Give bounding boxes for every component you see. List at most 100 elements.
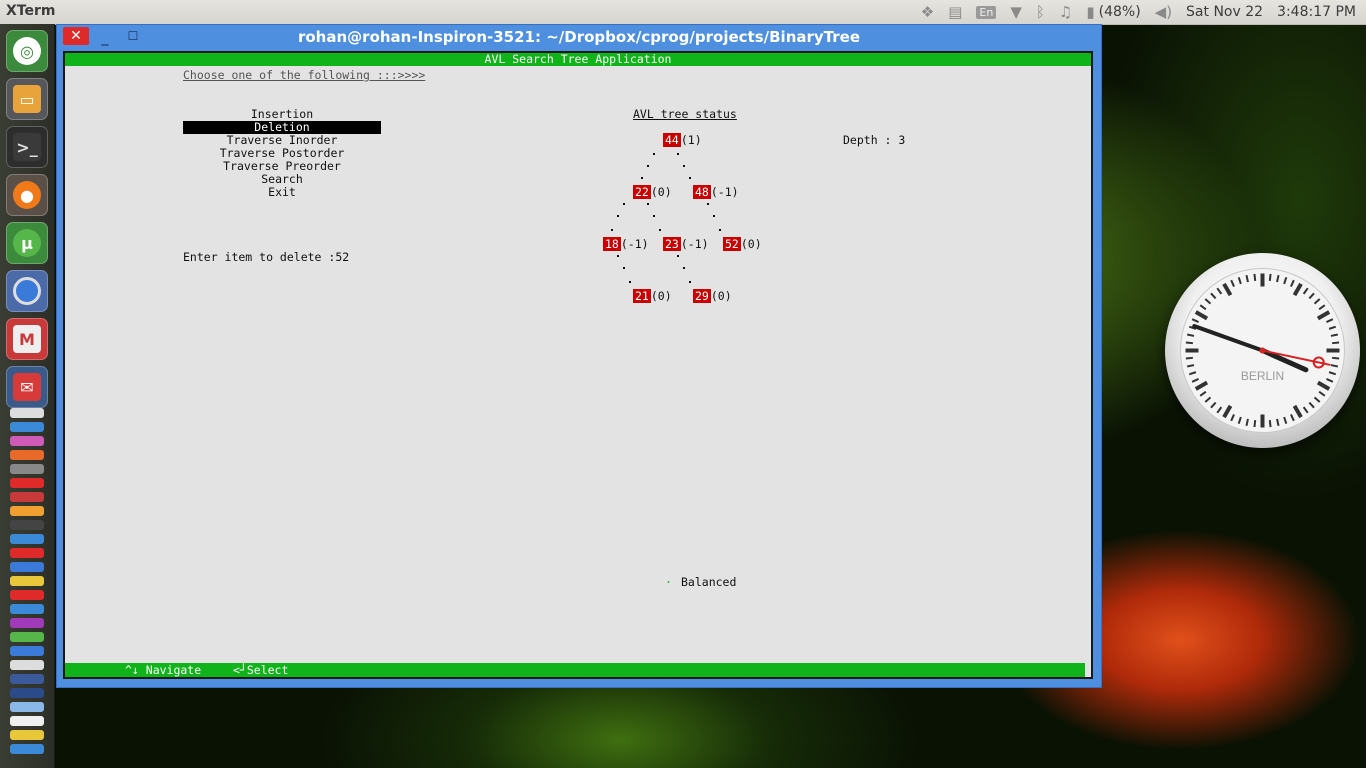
tree-node: 22 (0) [633,185,672,199]
connector-dot [719,229,721,231]
node-balance: (0) [650,185,672,199]
launcher-stack-item[interactable] [10,492,44,502]
node-balance: (-1) [680,237,709,251]
volume-icon[interactable]: ◀) [1155,3,1172,21]
firefox-icon[interactable]: ● [6,174,48,216]
chrome-icon[interactable] [6,270,48,312]
xterm-window: ✕ _ ☐ rohan@rohan-Inspiron-3521: ~/Dropb… [56,24,1102,688]
tree-node: 52 (0) [723,237,762,251]
launcher-stack-item[interactable] [10,520,44,530]
connector-dot [611,229,613,231]
node-value: 23 [663,237,681,251]
window-title: rohan@rohan-Inspiron-3521: ~/Dropbox/cpr… [297,28,861,46]
tree-status-title: AVL tree status [633,107,737,121]
menu-prompt: Choose one of the following :::>>>> [183,68,426,82]
launcher-stack-item[interactable] [10,674,44,684]
connector-dot [623,203,625,205]
clock-city: BERLIN [1241,369,1284,383]
launcher-stack-item[interactable] [10,590,44,600]
time-label[interactable]: 3:48:17 PM [1277,4,1356,20]
node-value: 48 [693,185,711,199]
launcher-stack-item[interactable] [10,618,44,628]
node-value: 22 [633,185,651,199]
clock-minute-tick [1332,341,1340,345]
wifi-icon[interactable]: ▼ [1010,3,1022,21]
dash-home-icon[interactable]: ◎ [6,30,48,72]
clipboard-icon[interactable]: ▤ [948,3,962,21]
node-balance: (0) [650,289,672,303]
launcher-stack-item[interactable] [10,632,44,642]
dropbox-icon[interactable]: ❖ [921,3,934,21]
clock-minute-tick [1253,273,1257,281]
launcher-stack-item[interactable] [10,534,44,544]
connector-dot [677,153,679,155]
clock-minute-tick [1185,341,1193,345]
utorrent-icon[interactable]: µ [6,222,48,264]
launcher-stack-item[interactable] [10,702,44,712]
node-balance: (-1) [710,185,739,199]
connector-dot [713,215,715,217]
connector-dot [683,165,685,167]
gmail-icon[interactable]: M [6,318,48,360]
launcher-stack-item[interactable] [10,450,44,460]
launcher-stack-item[interactable] [10,688,44,698]
terminal-icon[interactable]: >_ [6,126,48,168]
keyboard-layout-indicator[interactable]: En [976,5,997,19]
launcher-stack-item[interactable] [10,408,44,418]
node-value: 21 [633,289,651,303]
top-panel: XTerm ❖ ▤ En ▼ ᛒ ♫ ▮ (48%) ◀) Sat Nov 22… [0,0,1366,25]
terminal-area[interactable]: AVL Search Tree Application Choose one o… [63,51,1093,679]
app-header-bar: AVL Search Tree Application [65,53,1091,66]
delete-input-line[interactable]: Enter item to delete :52 [183,251,349,264]
menu-item-exit[interactable]: Exit [183,186,381,199]
connector-dot [617,215,619,217]
clock-minute-tick [1268,273,1272,281]
connector-dot [653,153,655,155]
battery-icon: ▮ [1086,3,1095,21]
mail-icon[interactable]: ✉ [6,366,48,408]
launcher-stack-item[interactable] [10,646,44,656]
footer-navigate-hint: ^↓ Navigate [125,663,202,677]
notification-icon[interactable]: ♫ [1059,3,1072,21]
clock-minute-tick [1185,356,1193,360]
launcher-stack-item[interactable] [10,548,44,558]
footer-select-hint: <┘Select [233,663,289,677]
launcher-stack-item[interactable] [10,506,44,516]
connector-dot [617,255,619,257]
node-balance: (-1) [620,237,649,251]
window-titlebar[interactable]: ✕ _ ☐ rohan@rohan-Inspiron-3521: ~/Dropb… [57,25,1101,51]
launcher-stack-item[interactable] [10,716,44,726]
launcher-stack-item[interactable] [10,478,44,488]
clock-widget[interactable]: BERLIN [1165,253,1360,448]
launcher-stack-item[interactable] [10,744,44,754]
footer-bar: ^↓ Navigate <┘Select [65,663,1085,677]
launcher-stack-item[interactable] [10,604,44,614]
tree-node: 23 (-1) [663,237,709,251]
connector-dot [641,177,643,179]
launcher-stack-item[interactable] [10,464,44,474]
launcher-stack-item[interactable] [10,660,44,670]
clock-minute-tick [1268,420,1272,428]
launcher-stack-item[interactable] [10,436,44,446]
launcher-stack-item[interactable] [10,576,44,586]
launcher-stack-item[interactable] [10,422,44,432]
launcher-stack-item[interactable] [10,730,44,740]
node-balance: (0) [740,237,762,251]
date-label[interactable]: Sat Nov 22 [1186,4,1263,20]
launcher-stack-item[interactable] [10,562,44,572]
clock-minute-tick [1245,274,1249,283]
clock-minute-tick [1253,420,1257,428]
balance-status: Balanced [681,575,737,589]
tree-node: 18 (-1) [603,237,649,251]
battery-indicator[interactable]: ▮ (48%) [1086,3,1140,21]
clock-minute-tick [1276,418,1280,427]
files-icon[interactable]: ▭ [6,78,48,120]
connector-dot [623,267,625,269]
bluetooth-icon[interactable]: ᛒ [1036,3,1045,21]
launcher: ◎ ▭ >_ ● µ M ✉ [0,24,55,768]
connector-dot [653,215,655,217]
indicator-area: ❖ ▤ En ▼ ᛒ ♫ ▮ (48%) ◀) Sat Nov 22 3:48:… [921,0,1356,24]
connector-dot [689,281,691,283]
clock-minute-tick [1186,364,1195,368]
connector-dot [707,203,709,205]
